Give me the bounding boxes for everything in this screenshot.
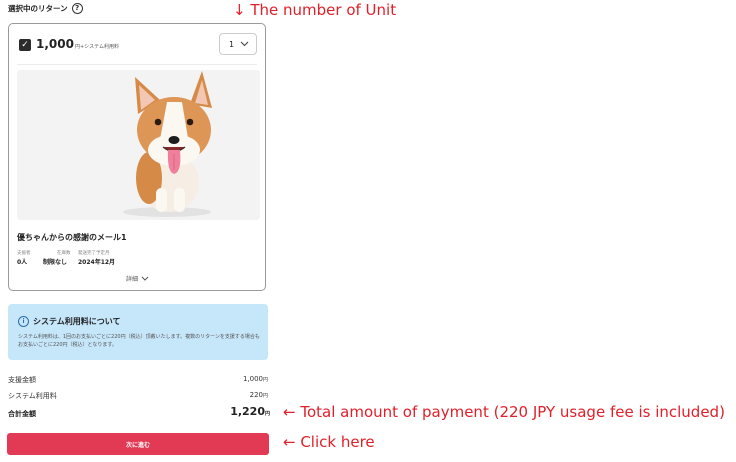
section-header: 選択中のリターン ? [8, 3, 83, 14]
support-amount-value: 1,000円 [242, 375, 268, 383]
details-label: 詳細 [126, 276, 139, 283]
system-fee-label: システム利用料 [8, 392, 57, 400]
meta-value-stock: 制限なし [43, 259, 68, 266]
chevron-down-icon [141, 276, 149, 281]
reward-title: 優ちゃんからの感謝のメール1 [17, 233, 127, 242]
next-button[interactable]: 次に進む [7, 433, 269, 455]
meta-label-supporters: 支援者 [17, 251, 31, 256]
reward-checkbox[interactable]: ✓ [19, 39, 31, 51]
check-icon: ✓ [21, 40, 29, 50]
reward-card[interactable]: ✓ 1,000 円+システム利用料 1 優ちゃんからの感謝のメール1 支援者 在… [8, 23, 266, 291]
system-fee-notice: i システム利用料について システム利用料は、1回のお支払いごとに220円（税込… [8, 304, 268, 360]
corgi-photo [17, 70, 260, 220]
details-toggle[interactable]: 詳細 [126, 274, 149, 283]
annotation-unit: ↓ The number of Unit [233, 1, 397, 19]
meta-value-supporters: 0人 [17, 259, 28, 266]
meta-label-stock: 在庫数 [57, 251, 71, 256]
divider [17, 64, 257, 65]
system-fee-value: 220円 [249, 391, 268, 399]
question-circle-icon[interactable]: ? [71, 3, 83, 14]
reward-price: 1,000 円+システム利用料 [36, 37, 119, 51]
meta-label-ship-month: 発送完了予定月 [78, 251, 110, 256]
chevron-down-icon [240, 41, 249, 47]
total-amount-label: 合計金額 [8, 410, 36, 418]
price-suffix: 円+システム利用料 [74, 44, 120, 50]
reward-image [17, 70, 260, 220]
quantity-select[interactable]: 1 [219, 33, 257, 55]
section-title: 選択中のリターン [8, 4, 68, 13]
total-amount-value: 1,220円 [230, 405, 270, 418]
notice-title: システム利用料について [33, 317, 121, 326]
meta-value-ship-month: 2024年12月 [78, 259, 116, 266]
info-icon: i [18, 316, 29, 327]
annotation-click: ← Click here [283, 433, 375, 451]
quantity-value: 1 [229, 39, 235, 49]
support-amount-label: 支援金額 [8, 376, 36, 384]
annotation-total: ← Total amount of payment (220 JPY usage… [283, 403, 725, 421]
notice-body: システム利用料は、1回のお支払いごとに220円（税込）頂戴いたします。複数のリタ… [18, 334, 260, 348]
price-amount: 1,000 [36, 37, 74, 51]
